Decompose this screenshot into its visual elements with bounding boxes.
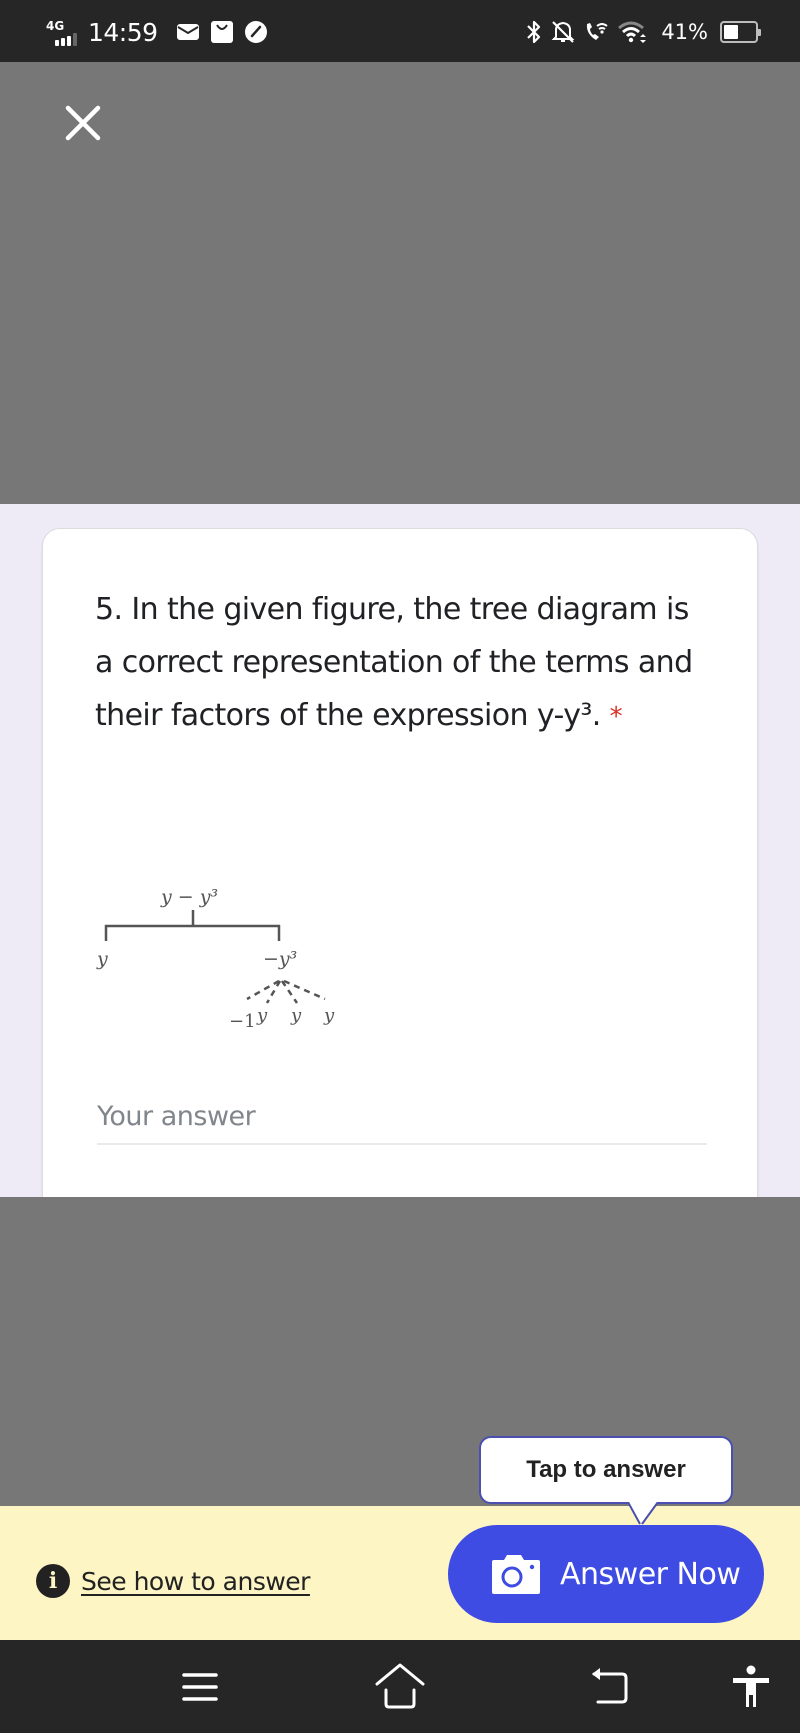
info-icon: i	[36, 1564, 70, 1598]
see-how-to-answer-link[interactable]: i See how to answer	[36, 1564, 310, 1598]
back-icon	[592, 1668, 628, 1704]
network-type: 4G	[46, 19, 65, 33]
question-card: 5. In the given figure, the tree diagram…	[42, 528, 758, 1228]
wifi-icon	[618, 21, 647, 43]
bluetooth-icon	[527, 20, 541, 44]
wifi-calling-icon	[587, 23, 608, 40]
dimmed-overlay-top[interactable]	[0, 62, 800, 504]
shopping-bag-icon	[210, 21, 233, 43]
tree-factor-4: y	[323, 1005, 335, 1026]
tap-to-answer-tooltip: Tap to answer	[479, 1436, 733, 1504]
home-icon	[375, 1663, 425, 1709]
question-body: In the given figure, the tree diagram is…	[95, 592, 693, 733]
tree-root-label: y − y³	[160, 886, 218, 908]
battery-fill	[724, 25, 738, 39]
battery-icon	[720, 21, 761, 43]
tree-diagram-figure: y − y³ y −y³ −1 y y y	[96, 886, 335, 1032]
cellular-signal-icon: 4G	[46, 17, 80, 47]
accessibility-button[interactable]	[724, 1660, 778, 1714]
tree-factor-3: y	[290, 1005, 302, 1026]
speedometer-icon	[244, 21, 267, 43]
home-button[interactable]	[373, 1660, 427, 1714]
answer-input[interactable]	[97, 1089, 707, 1145]
tree-left-term: y	[96, 948, 108, 970]
see-how-to-answer-label[interactable]: See how to answer	[81, 1567, 310, 1596]
tree-factor-1: −1	[229, 1011, 256, 1032]
battery-percent: 41%	[661, 20, 708, 44]
question-text: 5. In the given figure, the tree diagram…	[95, 583, 695, 744]
required-marker: *	[609, 702, 623, 732]
signal-bars	[55, 33, 77, 46]
navigation-bar	[0, 1640, 800, 1733]
answer-now-label: Answer Now	[560, 1556, 741, 1592]
status-bar: 4G 14:59 41%	[0, 0, 800, 62]
bell-off-icon	[551, 21, 575, 43]
tree-right-term: −y³	[263, 948, 297, 970]
close-icon[interactable]	[60, 100, 106, 146]
status-left: 4G 14:59	[46, 14, 278, 50]
form-area: 5. In the given figure, the tree diagram…	[0, 504, 800, 1228]
accessibility-icon	[733, 1665, 769, 1707]
status-right: 41%	[525, 14, 761, 50]
recent-apps-button[interactable]	[173, 1660, 227, 1714]
back-button[interactable]	[584, 1660, 638, 1714]
tree-factor-2: y	[256, 1005, 268, 1026]
answer-now-button[interactable]: Answer Now	[448, 1525, 764, 1623]
tooltip-tail	[628, 1502, 658, 1525]
mail-icon	[176, 24, 199, 40]
camera-icon	[492, 1555, 540, 1594]
recent-apps-icon	[182, 1673, 218, 1701]
tree-factor-branches	[246, 979, 326, 1004]
answer-bar: i See how to answer Answer Now	[0, 1506, 800, 1640]
question-number: 5.	[95, 592, 123, 627]
clock: 14:59	[88, 17, 158, 47]
